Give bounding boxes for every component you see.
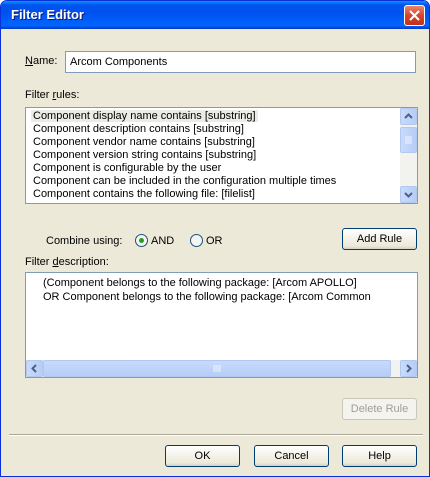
scroll-left-button[interactable] xyxy=(26,360,43,377)
radio-or[interactable] xyxy=(190,234,203,247)
description-line: (Component belongs to the following pack… xyxy=(43,277,357,289)
filter-editor-dialog: Filter Editor Name: Filter rules: Compon… xyxy=(0,0,430,477)
description-line: OR Component belongs to the following pa… xyxy=(43,291,371,303)
delete-rule-button[interactable]: Delete Rule xyxy=(342,398,417,420)
separator xyxy=(9,434,423,436)
scroll-thumb[interactable] xyxy=(43,360,391,377)
scroll-down-button[interactable] xyxy=(400,186,417,203)
list-item[interactable]: Component vendor name contains [substrin… xyxy=(33,136,255,148)
name-label: Name: xyxy=(25,55,58,67)
name-input[interactable] xyxy=(65,51,416,73)
filter-rules-scrollbar[interactable] xyxy=(400,108,417,203)
scroll-up-button[interactable] xyxy=(400,108,417,125)
list-item[interactable]: Component contains the following file: [… xyxy=(33,188,255,200)
list-item[interactable]: Component can be included in the configu… xyxy=(33,175,336,187)
filter-rules-list[interactable]: Component display name contains [substri… xyxy=(25,107,418,204)
add-rule-button[interactable]: Add Rule xyxy=(342,228,417,250)
radio-selected-dot xyxy=(139,238,144,243)
scroll-right-button[interactable] xyxy=(400,360,417,377)
radio-or-label[interactable]: OR xyxy=(206,235,223,247)
radio-and[interactable] xyxy=(135,234,148,247)
combine-using-label: Combine using: xyxy=(46,235,123,247)
cancel-button[interactable]: Cancel xyxy=(254,445,329,467)
filter-description-box[interactable]: (Component belongs to the following pack… xyxy=(25,272,418,378)
scroll-down-arrow-icon xyxy=(404,192,413,198)
radio-and-label[interactable]: AND xyxy=(151,235,174,247)
list-item[interactable]: Component is configurable by the user xyxy=(33,162,221,174)
list-item[interactable]: Component version string contains [subst… xyxy=(33,149,256,161)
title-bar[interactable]: Filter Editor xyxy=(1,1,429,29)
filter-description-scrollbar[interactable] xyxy=(26,360,417,377)
scroll-right-arrow-icon xyxy=(406,364,412,373)
grip-icon xyxy=(405,136,412,144)
help-button[interactable]: Help xyxy=(342,445,417,467)
list-item[interactable]: Component description contains [substrin… xyxy=(33,123,244,135)
scroll-up-arrow-icon xyxy=(404,113,413,119)
window-title: Filter Editor xyxy=(11,7,84,22)
filter-rules-label: Filter rules: xyxy=(25,89,80,101)
filter-description-label: Filter description: xyxy=(25,256,109,268)
close-button[interactable] xyxy=(404,5,425,26)
close-icon xyxy=(409,10,420,21)
scroll-thumb[interactable] xyxy=(400,127,417,153)
scroll-left-arrow-icon xyxy=(31,364,37,373)
ok-button[interactable]: OK xyxy=(165,445,240,467)
grip-icon xyxy=(213,365,221,372)
list-item[interactable]: Component display name contains [substri… xyxy=(31,110,258,122)
